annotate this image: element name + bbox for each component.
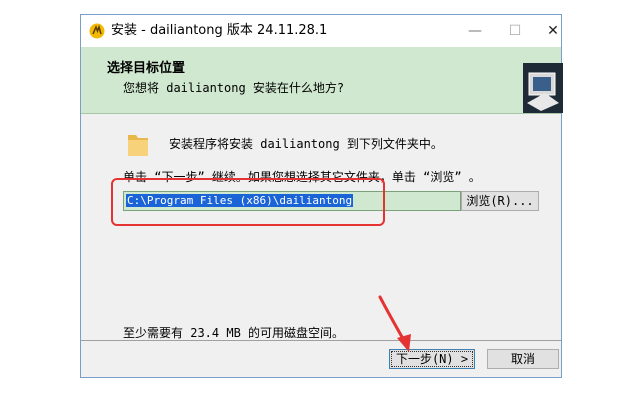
close-button[interactable]: ✕ xyxy=(543,21,563,41)
page-header: 选择目标位置 您想将 dailiantong 安装在什么地方? xyxy=(81,47,563,114)
intro-text: 安装程序将安装 dailiantong 到下列文件夹中。 xyxy=(169,137,443,151)
page-subtitle: 您想将 dailiantong 安装在什么地方? xyxy=(123,81,345,95)
window-title: 安装 - dailiantong 版本 24.11.28.1 xyxy=(111,23,328,38)
cancel-button[interactable]: 取消 xyxy=(487,349,559,369)
app-icon xyxy=(89,23,105,39)
footer-divider xyxy=(81,340,561,341)
folder-icon xyxy=(128,135,148,156)
next-button-focus xyxy=(391,351,473,367)
installer-graphic-icon xyxy=(523,63,563,113)
highlight-annotation xyxy=(111,178,385,226)
next-button[interactable]: 下一步(N) > xyxy=(389,349,475,369)
title-bar[interactable]: 安装 - dailiantong 版本 24.11.28.1 — ☐ ✕ xyxy=(81,15,561,47)
maximize-button[interactable]: ☐ xyxy=(505,21,525,41)
page-title: 选择目标位置 xyxy=(107,61,186,76)
browse-button[interactable]: 浏览(R)... xyxy=(461,191,539,211)
space-required-text: 至少需要有 23.4 MB 的可用磁盘空间。 xyxy=(123,326,345,340)
minimize-button[interactable]: — xyxy=(465,21,485,41)
installer-window: 安装 - dailiantong 版本 24.11.28.1 — ☐ ✕ 选择目… xyxy=(80,14,563,378)
